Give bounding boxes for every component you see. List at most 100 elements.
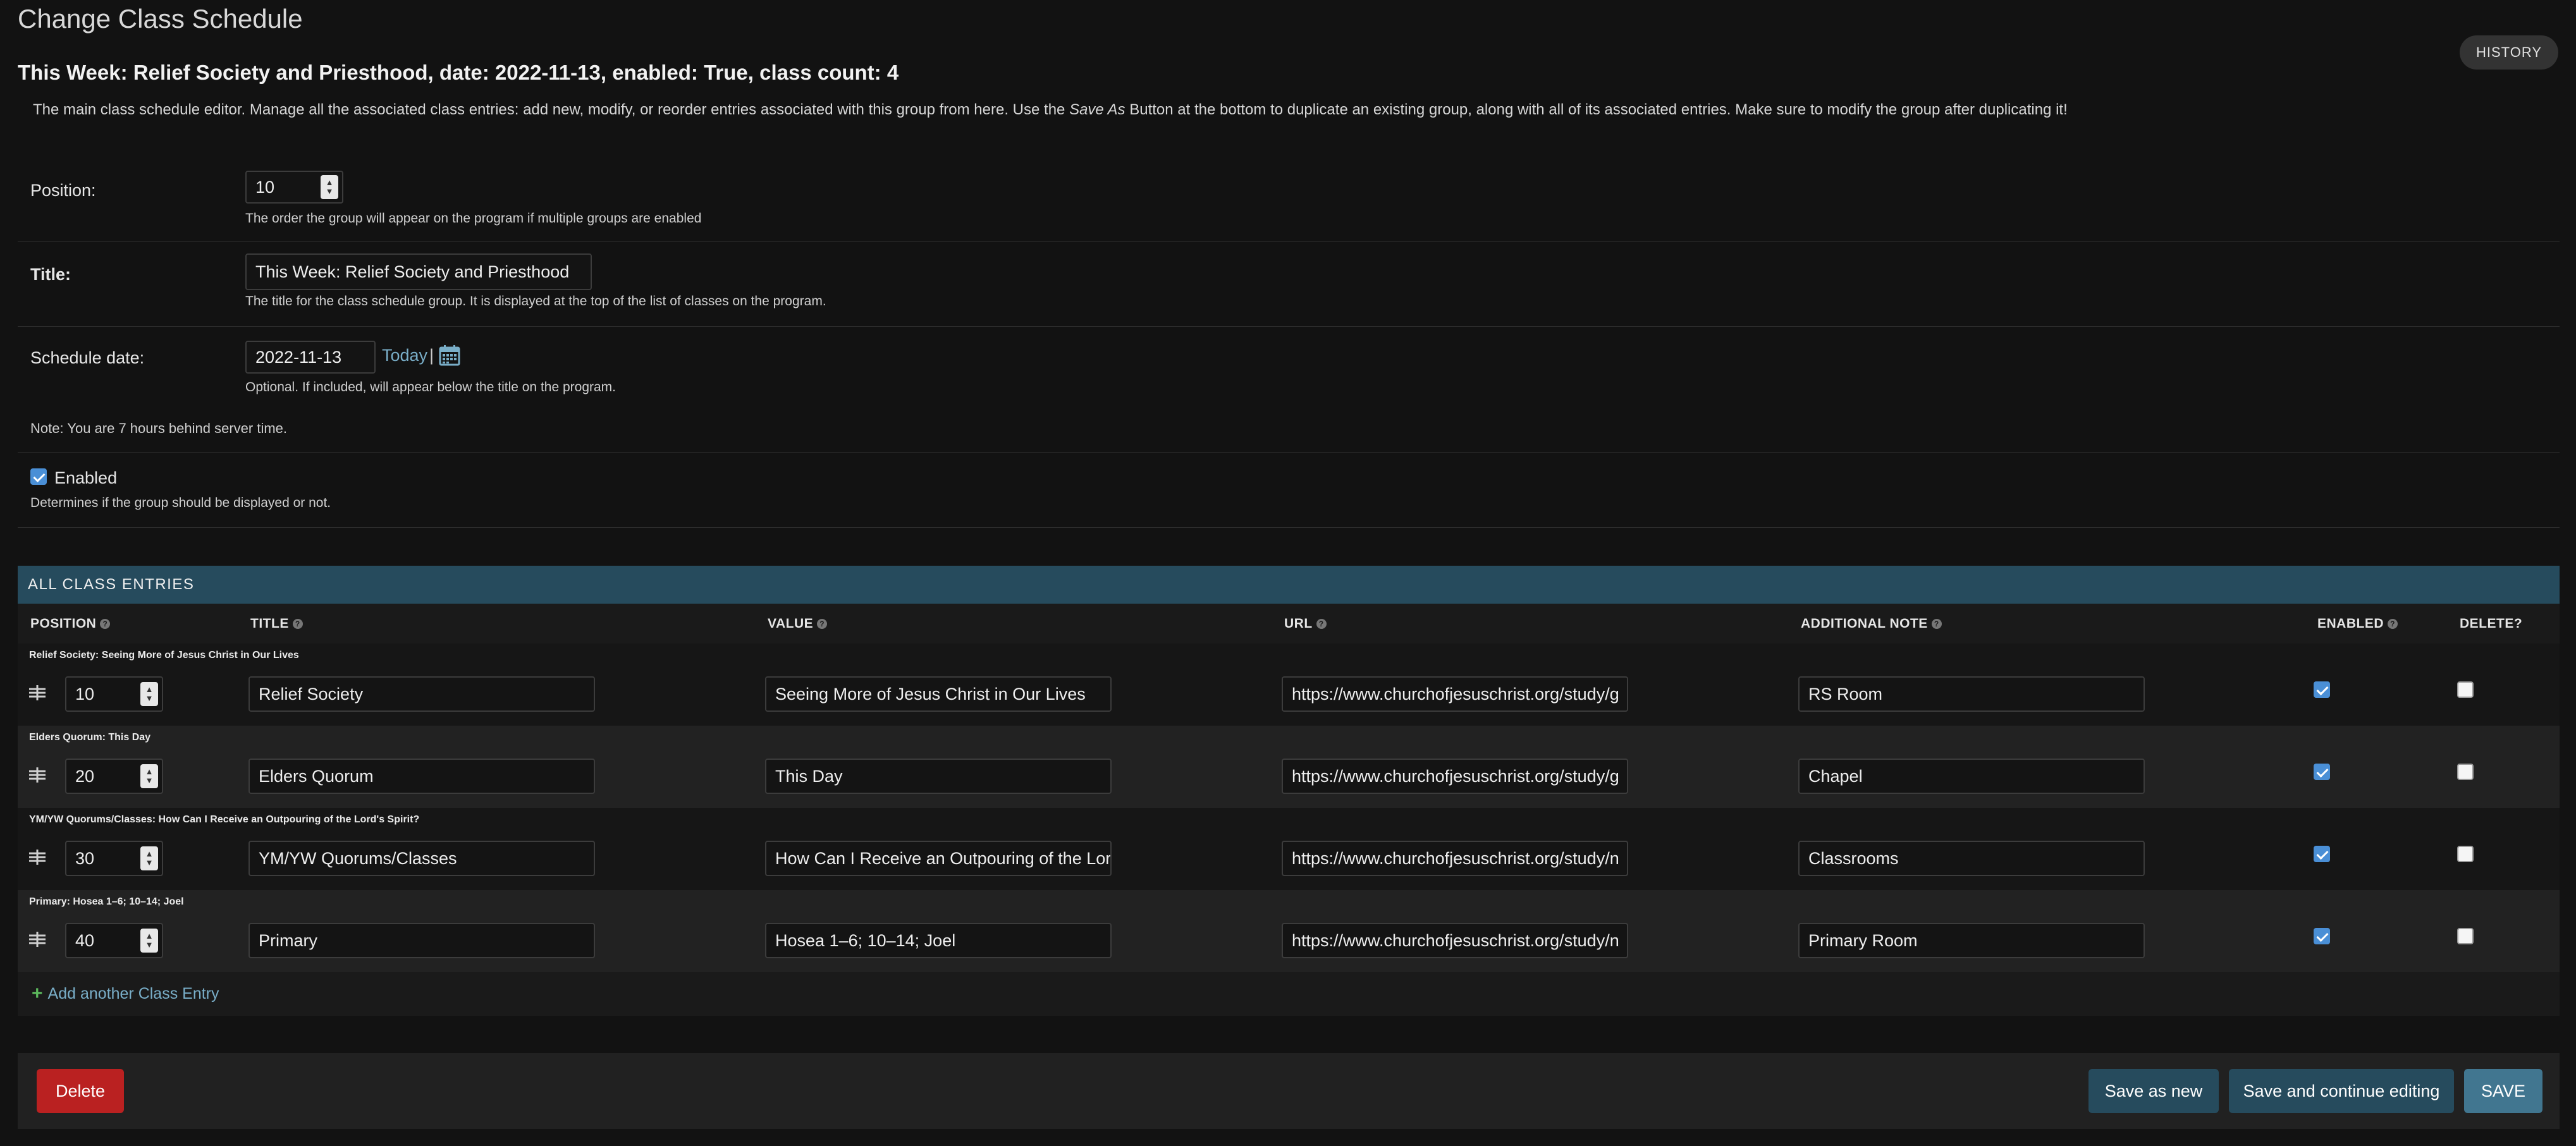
entry-position-value: 30 <box>75 848 95 868</box>
column-header-enabled: ENABLED? <box>2317 616 2398 631</box>
column-header-position: POSITION? <box>30 616 111 631</box>
entry-url-input[interactable]: https://www.churchofjesuschrist.org/stud… <box>1282 759 1628 794</box>
entry-value-input[interactable]: Hosea 1–6; 10–14; Joel <box>765 923 1112 958</box>
entry-position-value: 20 <box>75 766 95 786</box>
position-spinner[interactable]: ▲ ▼ <box>140 846 158 870</box>
position-label: Position: <box>30 181 96 200</box>
entry-title-input[interactable]: YM/YW Quorums/Classes <box>248 841 595 876</box>
class-entry-row: Relief Society: Seeing More of Jesus Chr… <box>18 643 2560 726</box>
class-entry-row: YM/YW Quorums/Classes: How Can I Receive… <box>18 808 2560 890</box>
help-icon: ? <box>2388 619 2398 629</box>
entry-caption: Primary: Hosea 1–6; 10–14; Joel <box>29 896 184 907</box>
title-input[interactable]: This Week: Relief Society and Priesthood <box>245 253 592 290</box>
title-label: Title: <box>30 265 71 284</box>
entry-enabled-checkbox[interactable] <box>2314 764 2330 780</box>
page-title: Change Class Schedule <box>18 4 303 34</box>
entry-position-input[interactable]: 40 ▲ ▼ <box>65 923 163 958</box>
position-spinner[interactable]: ▲ ▼ <box>140 764 158 788</box>
entry-caption: Elders Quorum: This Day <box>29 732 151 743</box>
save-and-continue-button[interactable]: Save and continue editing <box>2229 1069 2454 1113</box>
save-button[interactable]: SAVE <box>2464 1069 2542 1113</box>
entry-delete-checkbox[interactable] <box>2457 681 2474 698</box>
enabled-checkbox[interactable] <box>30 468 47 485</box>
entry-note-input[interactable]: Classrooms <box>1798 841 2145 876</box>
change-form-page: Change Class Schedule HISTORY This Week:… <box>0 0 2576 1146</box>
entry-delete-checkbox[interactable] <box>2457 846 2474 862</box>
class-entries-inline: ALL CLASS ENTRIES POSITION? TITLE? VALUE… <box>18 566 2560 1016</box>
entry-title-input[interactable]: Primary <box>248 923 595 958</box>
entry-caption: YM/YW Quorums/Classes: How Can I Receive… <box>29 814 420 825</box>
help-icon: ? <box>1316 619 1327 629</box>
add-class-entry-link[interactable]: + Add another Class Entry <box>32 983 219 1004</box>
entry-note-input[interactable]: Primary Room <box>1798 923 2145 958</box>
add-class-entry-label: Add another Class Entry <box>47 984 219 1003</box>
today-separator: | <box>429 346 434 365</box>
entry-position-value: 40 <box>75 930 95 950</box>
description-text-1: The main class schedule editor. Manage a… <box>33 101 1070 118</box>
class-entry-row: Primary: Hosea 1–6; 10–14; Joel 40 ▲ ▼ Pri… <box>18 890 2560 972</box>
schedule-date-label: Schedule date: <box>30 348 145 367</box>
title-row: Title: This Week: Relief Society and Pri… <box>18 242 2560 327</box>
plus-icon: + <box>32 983 43 1004</box>
form-description: The main class schedule editor. Manage a… <box>33 101 2499 119</box>
submit-row: Delete Save as new Save and continue edi… <box>18 1053 2560 1129</box>
schedule-date-input[interactable]: 2022-11-13 <box>245 341 376 374</box>
drag-handle-icon[interactable] <box>28 850 47 865</box>
entry-url-input[interactable]: https://www.churchofjesuschrist.org/stud… <box>1282 676 1628 712</box>
help-icon: ? <box>292 619 303 629</box>
entry-url-input[interactable]: https://www.churchofjesuschrist.org/stud… <box>1282 841 1628 876</box>
schedule-date-row: Schedule date: 2022-11-13 Today | Option… <box>18 327 2560 453</box>
column-header-additional-note: ADDITIONAL NOTE? <box>1801 616 1942 631</box>
entry-position-input[interactable]: 10 ▲ ▼ <box>65 676 163 712</box>
object-title: This Week: Relief Society and Priesthood… <box>18 61 899 84</box>
entry-delete-checkbox[interactable] <box>2457 764 2474 780</box>
today-link[interactable]: Today <box>382 346 427 365</box>
column-header-value: VALUE? <box>768 616 828 631</box>
class-entry-row: Elders Quorum: This Day 20 ▲ ▼ Elders Quor… <box>18 726 2560 808</box>
position-value: 10 <box>255 177 275 197</box>
description-emphasis: Save As <box>1069 101 1125 118</box>
entry-url-input[interactable]: https://www.churchofjesuschrist.org/stud… <box>1282 923 1628 958</box>
entry-value-input[interactable]: This Day <box>765 759 1112 794</box>
enabled-label[interactable]: Enabled <box>54 468 117 488</box>
column-header-url: URL? <box>1284 616 1327 631</box>
entry-enabled-checkbox[interactable] <box>2314 846 2330 862</box>
help-icon: ? <box>817 619 828 629</box>
position-spinner[interactable]: ▲ ▼ <box>321 175 338 199</box>
delete-button[interactable]: Delete <box>37 1069 124 1113</box>
drag-handle-icon[interactable] <box>28 685 47 700</box>
position-help: The order the group will appear on the p… <box>245 211 702 226</box>
description-text-2: Button at the bottom to duplicate an exi… <box>1125 101 2068 118</box>
entry-enabled-checkbox[interactable] <box>2314 928 2330 944</box>
column-header-delete: DELETE? <box>2460 616 2523 631</box>
drag-handle-icon[interactable] <box>28 767 47 783</box>
enabled-help: Determines if the group should be displa… <box>30 496 331 510</box>
calendar-icon[interactable] <box>439 344 460 366</box>
entry-note-input[interactable]: Chapel <box>1798 759 2145 794</box>
position-row: Position: 10 ▲ ▼ The order the group will… <box>18 166 2560 242</box>
position-spinner[interactable]: ▲ ▼ <box>140 682 158 706</box>
entry-title-input[interactable]: Elders Quorum <box>248 759 595 794</box>
entry-caption: Relief Society: Seeing More of Jesus Chr… <box>29 650 299 661</box>
entry-enabled-checkbox[interactable] <box>2314 681 2330 698</box>
position-input[interactable]: 10 ▲ ▼ <box>245 171 343 204</box>
help-icon: ? <box>1931 619 1942 629</box>
timezone-note: Note: You are 7 hours behind server time… <box>30 420 288 436</box>
entry-position-input[interactable]: 30 ▲ ▼ <box>65 841 163 876</box>
enabled-row: Enabled Determines if the group should b… <box>18 453 2560 528</box>
save-as-new-button[interactable]: Save as new <box>2088 1069 2219 1113</box>
inline-heading: ALL CLASS ENTRIES <box>18 566 2560 604</box>
title-help: The title for the class schedule group. … <box>245 294 826 308</box>
entry-position-value: 10 <box>75 684 95 704</box>
position-spinner[interactable]: ▲ ▼ <box>140 929 158 953</box>
history-button[interactable]: HISTORY <box>2460 35 2558 70</box>
help-icon: ? <box>100 619 111 629</box>
drag-handle-icon[interactable] <box>28 932 47 947</box>
entry-value-input[interactable]: How Can I Receive an Outpouring of the L… <box>765 841 1112 876</box>
entry-value-input[interactable]: Seeing More of Jesus Christ in Our Lives <box>765 676 1112 712</box>
entry-note-input[interactable]: RS Room <box>1798 676 2145 712</box>
schedule-date-help: Optional. If included, will appear below… <box>245 380 616 394</box>
entry-position-input[interactable]: 20 ▲ ▼ <box>65 759 163 794</box>
entry-title-input[interactable]: Relief Society <box>248 676 595 712</box>
entry-delete-checkbox[interactable] <box>2457 928 2474 944</box>
